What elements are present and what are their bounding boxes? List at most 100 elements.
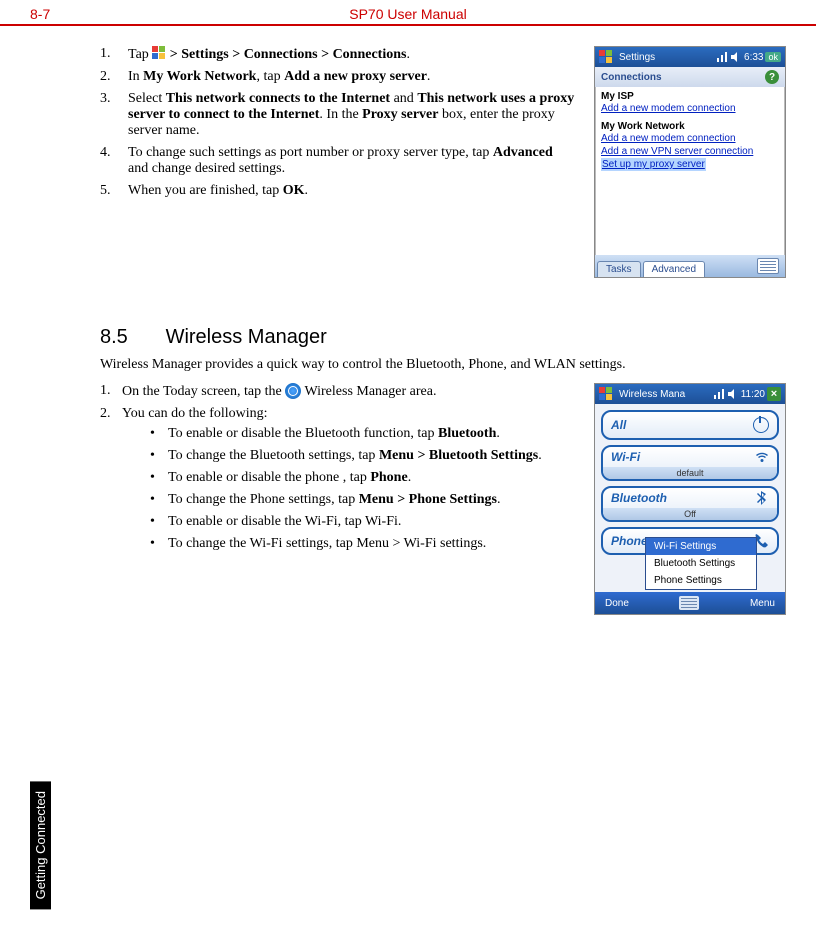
bold-text: Menu > Phone Settings [359,492,497,507]
keyboard-icon[interactable] [679,596,699,610]
group-my-isp: My ISP Add a new modem connection [601,91,779,115]
bold-text: Menu > Bluetooth Settings [379,448,538,463]
text: To change the Bluetooth settings, tap [168,448,379,463]
bullet-phone-toggle: To enable or disable the phone , tap Pho… [150,470,576,486]
screenshot-connections: Settings 6:33 ok Connections ? My ISP Ad… [594,46,786,278]
phone-icon [755,534,769,548]
section-heading: 8.5 Wireless Manager [100,326,786,349]
bold-text: Add a new proxy server [284,69,427,84]
bold-text: Advanced [493,145,553,160]
text: On the Today screen, tap the [122,384,285,399]
group-title: My ISP [601,91,779,102]
power-icon [753,417,769,433]
text: In [128,69,143,84]
text: and [390,91,417,106]
wm-step-2: You can do the following: To enable or d… [100,406,576,552]
text: . In the [319,107,362,122]
text: Select [128,91,166,106]
bold-text: OK [283,183,305,198]
wireless-manager-icon [285,383,301,399]
pill-label: Bluetooth [611,491,667,505]
tab-tasks[interactable]: Tasks [597,261,641,277]
pill-label: Phone [611,534,648,548]
text: Tap [128,47,152,62]
bold-text: Phone [370,470,407,485]
pill-wifi[interactable]: Wi-Fi default [601,445,779,481]
period: . [497,492,501,507]
section-title: Wireless Manager [166,326,327,348]
period: . [538,448,542,463]
signal-icon [713,388,725,400]
text: You can do the following: [122,406,268,421]
group-my-work-network: My Work Network Add a new modem connecti… [601,121,779,171]
clock: 11:20 [741,389,765,400]
section-number: 8.5 [100,326,160,349]
tab-advanced[interactable]: Advanced [643,261,705,277]
text: To enable or disable the Bluetooth funct… [168,426,438,441]
menu-item-wifi-settings[interactable]: Wi-Fi Settings [646,538,756,555]
group-title: My Work Network [601,121,779,132]
pill-bluetooth[interactable]: Bluetooth Off [601,486,779,522]
page-subtitle: Connections [601,72,662,83]
link-add-modem-work[interactable]: Add a new modem connection [601,132,779,145]
screenshot-wireless-manager: Wireless Mana 11:20 × All [594,383,786,615]
wm-bullet-list: To enable or disable the Bluetooth funct… [122,426,576,552]
period: . [427,69,431,84]
page-header: 8-7 SP70 User Manual [0,0,816,26]
text: and change desired settings. [128,161,285,176]
bullet-bluetooth-settings: To change the Bluetooth settings, tap Me… [150,448,576,464]
bullet-bluetooth-toggle: To enable or disable the Bluetooth funct… [150,426,576,442]
keyboard-icon[interactable] [757,258,779,274]
text: To enable or disable the phone , tap [168,470,370,485]
window-title: Settings [619,52,655,63]
help-icon[interactable]: ? [765,70,779,84]
text: To change the Phone settings, tap [168,492,359,507]
windows-start-icon[interactable] [599,387,613,401]
page-subtitle-bar: Connections ? [595,67,785,87]
step-2: In My Work Network, tap Add a new proxy … [100,69,576,85]
pill-status: default [603,467,777,479]
menu-item-bluetooth-settings[interactable]: Bluetooth Settings [646,555,756,572]
bluetooth-icon [755,491,769,505]
titlebar: Wireless Mana 11:20 × [595,384,785,404]
pill-all[interactable]: All [601,410,779,440]
section-intro: Wireless Manager provides a quick way to… [100,357,786,373]
context-menu: Wi-Fi Settings Bluetooth Settings Phone … [645,537,757,590]
text: When you are finished, tap [128,183,283,198]
text: To change such settings as port number o… [128,145,493,160]
bold-text: > Settings > Connections > Connections [170,47,407,62]
bold-text: This network connects to the Internet [166,91,390,106]
bold-text: Bluetooth [438,426,496,441]
windows-start-icon[interactable] [599,50,613,64]
period: . [305,183,309,198]
window-title: Wireless Mana [619,389,685,400]
speaker-icon [730,51,742,63]
pill-label: Wi-Fi [611,450,640,464]
text: Wireless Manager area. [304,384,436,399]
menu-item-phone-settings[interactable]: Phone Settings [646,572,756,589]
period: . [406,47,410,62]
step-3: Select This network connects to the Inte… [100,91,576,139]
wm-step-1: On the Today screen, tap the Wireless Ma… [100,383,576,400]
link-setup-proxy[interactable]: Set up my proxy server [601,158,706,171]
bullet-wifi-toggle: To enable or disable the Wi-Fi, tap Wi-F… [150,514,576,530]
link-add-vpn[interactable]: Add a new VPN server connection [601,145,779,158]
pill-label: All [611,418,626,432]
bullet-phone-settings: To change the Phone settings, tap Menu >… [150,492,576,508]
windows-start-icon [152,46,166,60]
speaker-icon [727,388,739,400]
softkey-menu[interactable]: Menu [750,598,775,609]
chapter-side-tab: Getting Connected [30,781,51,909]
titlebar: Settings 6:33 ok [595,47,785,67]
bottom-soft-bar: Done Menu [595,592,785,614]
link-add-modem-isp[interactable]: Add a new modem connection [601,102,779,115]
period: . [408,470,412,485]
clock: 6:33 [744,52,763,63]
wifi-icon [755,450,769,464]
step-1: Tap > Settings > Connections > Connectio… [100,46,576,63]
step-4: To change such settings as port number o… [100,145,576,177]
close-icon[interactable]: × [767,387,781,401]
softkey-done[interactable]: Done [605,598,629,609]
ok-button[interactable]: ok [765,52,781,62]
bold-text: Proxy server [362,107,438,122]
